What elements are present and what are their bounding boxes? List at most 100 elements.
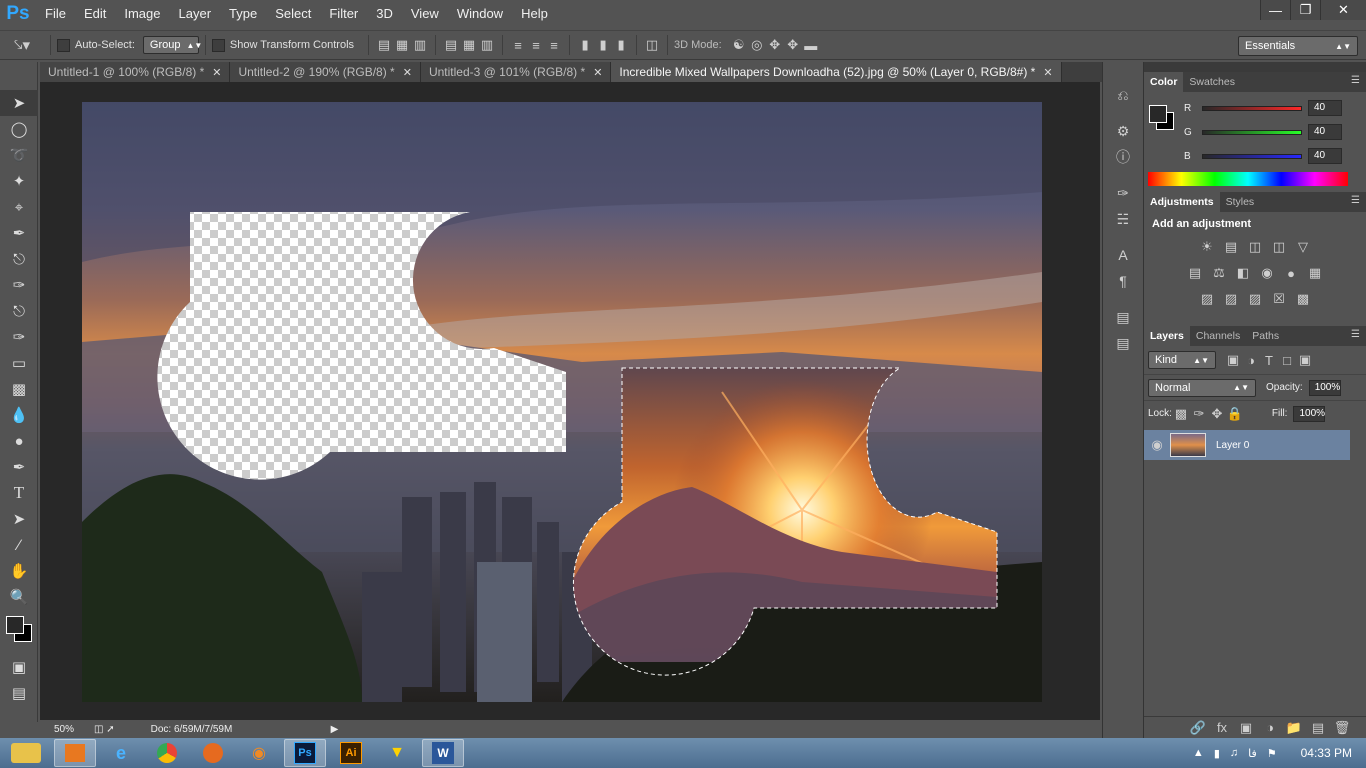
tab-color[interactable]: Color (1144, 72, 1184, 92)
blue-slider[interactable] (1202, 153, 1302, 159)
zoom-tool-icon[interactable]: 🔍 (0, 584, 38, 610)
green-value-input[interactable]: 40 (1308, 124, 1342, 140)
close-tab-icon[interactable]: ✕ (403, 66, 412, 79)
menu-3d[interactable]: 3D (367, 0, 402, 28)
distribute-hcenter-icon[interactable]: ▮ (594, 36, 612, 54)
close-tab-icon[interactable]: ✕ (1043, 66, 1052, 79)
distribute-right-icon[interactable]: ▮ (612, 36, 630, 54)
distribute-left-icon[interactable]: ▮ (576, 36, 594, 54)
new-adjustment-icon[interactable]: ◑ (1261, 719, 1279, 737)
screen-mode-icon[interactable]: ▤ (0, 680, 38, 706)
3d-orbit-icon[interactable]: ☯ (730, 36, 748, 54)
tray-arrow-icon[interactable]: ▲ (1193, 747, 1204, 759)
show-transform-checkbox[interactable] (211, 38, 225, 52)
clock[interactable]: 04:33 PM (1301, 746, 1352, 760)
color-spectrum-ramp[interactable] (1148, 172, 1348, 186)
move-tool-icon[interactable]: ➤ (0, 90, 38, 116)
tab-channels[interactable]: Channels (1190, 326, 1246, 346)
stamp-tool-icon[interactable]: ⎋ (0, 298, 38, 324)
filter-type-icon[interactable]: T (1260, 351, 1278, 369)
align-vcenter-icon[interactable]: ▦ (393, 36, 411, 54)
workspace-dropdown[interactable]: Essentials ▲▼ (1238, 36, 1358, 56)
restore-button[interactable]: ❐ (1290, 0, 1320, 20)
history-brush-tool-icon[interactable]: ✑ (0, 324, 38, 350)
align-hcenter-icon[interactable]: ▦ (460, 36, 478, 54)
tab-adjustments[interactable]: Adjustments (1144, 192, 1220, 212)
menu-file[interactable]: File (36, 0, 75, 28)
taskbar-norton-icon[interactable]: ▼ (376, 739, 418, 767)
blur-tool-icon[interactable]: 💧 (0, 402, 38, 428)
auto-align-icon[interactable]: ◫ (643, 36, 661, 54)
black-white-icon[interactable]: ◧ (1234, 264, 1252, 282)
color-swatches[interactable] (0, 610, 37, 654)
new-group-icon[interactable]: 📁 (1285, 719, 1303, 737)
hue-saturation-icon[interactable]: ▤ (1186, 264, 1204, 282)
brightness-icon[interactable]: ☀ (1198, 238, 1216, 256)
green-slider[interactable] (1202, 129, 1302, 135)
tab-paths[interactable]: Paths (1246, 326, 1285, 346)
layer-style-icon[interactable]: fx (1213, 719, 1231, 737)
flag-icon[interactable]: ⚑ (1267, 747, 1277, 760)
filter-adjustment-icon[interactable]: ◑ (1242, 351, 1260, 369)
quick-select-tool-icon[interactable]: ✦ (0, 168, 38, 194)
blend-mode-dropdown[interactable]: Normal ▲▼ (1148, 378, 1256, 397)
tab-untitled-3[interactable]: Untitled-3 @ 101% (RGB/8) * ✕ (420, 62, 612, 82)
align-bottom-icon[interactable]: ▥ (411, 36, 429, 54)
tab-swatches[interactable]: Swatches (1183, 72, 1241, 92)
panel-menu-icon[interactable]: ☰ (1351, 195, 1360, 206)
eraser-tool-icon[interactable]: ▭ (0, 350, 38, 376)
tab-layers[interactable]: Layers (1144, 326, 1190, 346)
3d-slide-icon[interactable]: ✥ (784, 36, 802, 54)
volume-icon[interactable]: ♫ (1230, 747, 1238, 759)
taskbar-chrome-icon[interactable] (146, 739, 188, 767)
status-icons[interactable]: ◫ ➚ (94, 724, 115, 735)
lock-position-icon[interactable]: ✥ (1208, 405, 1226, 423)
paragraph-icon[interactable]: ¶ (1103, 268, 1143, 294)
dodge-tool-icon[interactable]: ● (0, 428, 38, 454)
tab-active-document[interactable]: Incredible Mixed Wallpapers Downloadha (… (611, 62, 1062, 82)
filter-pixel-icon[interactable]: ▣ (1224, 351, 1242, 369)
new-layer-icon[interactable]: ▤ (1309, 719, 1327, 737)
taskbar-photoshop-icon[interactable]: Ps (284, 739, 326, 767)
invert-icon[interactable]: ▨ (1198, 290, 1216, 308)
taskbar-blender-icon[interactable]: ◉ (238, 739, 280, 767)
layer-comps-icon[interactable]: ▤ (1103, 330, 1143, 356)
color-balance-icon[interactable]: ⚖ (1210, 264, 1228, 282)
zoom-level[interactable]: 50% (54, 724, 94, 735)
canvas-area[interactable] (40, 82, 1100, 720)
distribute-top-icon[interactable]: ≡ (509, 36, 527, 54)
taskbar-firefox-icon[interactable] (192, 739, 234, 767)
clone-source-icon[interactable]: ☵ (1103, 206, 1143, 232)
quick-mask-icon[interactable]: ▣ (0, 654, 38, 680)
align-left-icon[interactable]: ▤ (442, 36, 460, 54)
red-slider[interactable] (1202, 105, 1302, 111)
photo-filter-icon[interactable]: ◉ (1258, 264, 1276, 282)
eye-visibility-icon[interactable]: ◉ (1144, 436, 1170, 454)
color-lookup-icon[interactable]: ▦ (1306, 264, 1324, 282)
lock-image-icon[interactable]: ✑ (1190, 405, 1208, 423)
blue-value-input[interactable]: 40 (1308, 148, 1342, 164)
language-indicator[interactable]: فا (1248, 747, 1257, 760)
posterize-icon[interactable]: ▨ (1222, 290, 1240, 308)
menu-type[interactable]: Type (220, 0, 266, 28)
hand-tool-icon[interactable]: ✋ (0, 558, 38, 584)
menu-edit[interactable]: Edit (75, 0, 115, 28)
add-mask-icon[interactable]: ▣ (1237, 719, 1255, 737)
line-tool-icon[interactable]: ∕ (0, 532, 38, 558)
curves-icon[interactable]: ◫ (1246, 238, 1264, 256)
menu-view[interactable]: View (402, 0, 448, 28)
path-select-tool-icon[interactable]: ➤ (0, 506, 38, 532)
vibrance-icon[interactable]: ▽ (1294, 238, 1312, 256)
auto-select-checkbox[interactable] (57, 38, 70, 52)
actions-icon[interactable]: ⚙ (1103, 118, 1143, 144)
history-icon[interactable]: ⎌ (1103, 82, 1143, 108)
taskbar-media-player[interactable] (54, 739, 96, 767)
distribute-bottom-icon[interactable]: ≡ (545, 36, 563, 54)
eyedropper-tool-icon[interactable]: ✒ (0, 220, 38, 246)
filter-shape-icon[interactable]: □ (1278, 351, 1296, 369)
taskbar-ie-icon[interactable]: e (100, 739, 142, 767)
delete-layer-icon[interactable]: 🗑 (1333, 719, 1351, 737)
status-arrow-icon[interactable]: ▶ (331, 724, 339, 735)
lock-transparent-icon[interactable]: ▩ (1172, 405, 1190, 423)
3d-scale-icon[interactable]: ▬ (802, 36, 820, 54)
